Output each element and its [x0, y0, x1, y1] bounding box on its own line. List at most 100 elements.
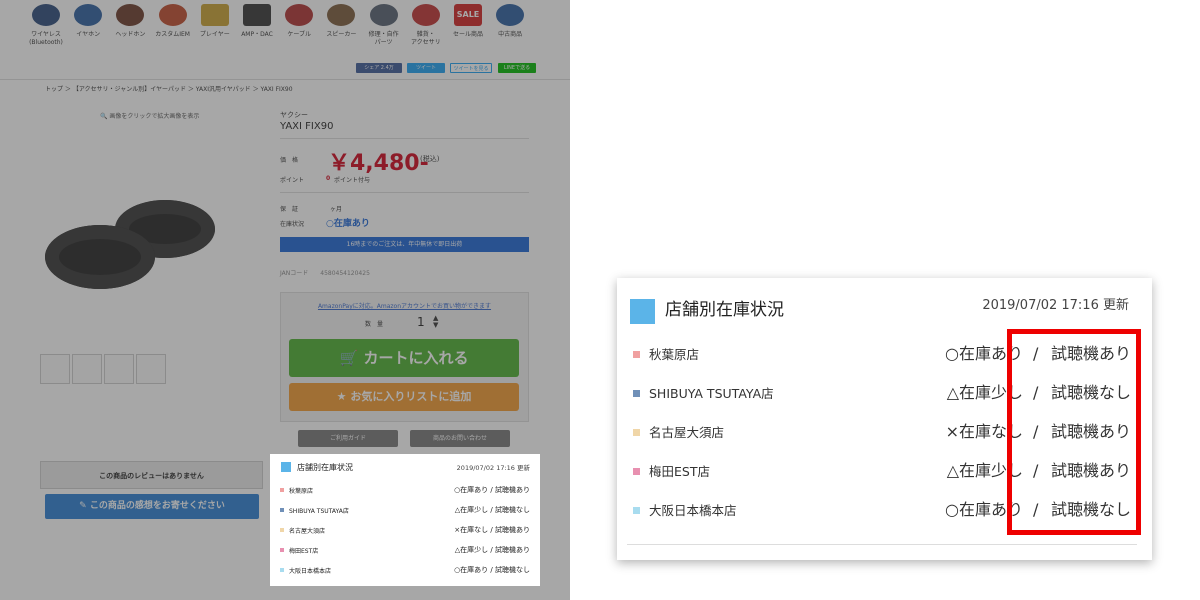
- jan-code: JANコード 4580454120425: [280, 270, 370, 277]
- product-price: ￥4,480-: [328, 151, 429, 176]
- thumbnail-1[interactable]: [40, 354, 70, 384]
- trial-status: 試聴機なし: [495, 566, 530, 574]
- category-label: スピーカー: [326, 31, 357, 38]
- write-review-button[interactable]: ✎ この商品の感想をお寄せください: [45, 494, 259, 519]
- category-label: カスタムIEM: [155, 31, 190, 38]
- store-status: ○在庫あり / 試聴機あり: [454, 485, 530, 495]
- category-item[interactable]: プレイヤー: [193, 4, 237, 39]
- store-name: 梅田EST店: [289, 548, 319, 555]
- status-separator: /: [490, 546, 493, 554]
- guide-button[interactable]: ご利用ガイド: [298, 430, 398, 447]
- category-label: ケーブル: [287, 31, 311, 38]
- category-item[interactable]: ワイヤレス (Bluetooth): [24, 4, 68, 47]
- store-color-marker: [280, 508, 284, 512]
- category-item[interactable]: 修理・自作 パーツ: [362, 4, 406, 47]
- trial-status: 試聴機あり: [495, 546, 530, 554]
- category-item[interactable]: ケーブル: [277, 4, 321, 39]
- shipping-notice: 16時までのご注文は、年中無休で即日出荷: [280, 237, 529, 252]
- earphone-icon: [74, 4, 103, 26]
- player-icon: [200, 4, 229, 26]
- store-name: 大阪日本橋本店: [649, 503, 737, 518]
- store-row: 大阪日本橋本店 ○在庫あり / 試聴機なし: [280, 563, 530, 579]
- see-tweets-button[interactable]: ツイートを見る: [450, 63, 492, 73]
- quantity-stepper-icon[interactable]: ▲ ▼: [433, 315, 438, 329]
- stock-value: ○在庫あり: [326, 219, 370, 229]
- add-to-wishlist-button[interactable]: ★ お気に入りリストに追加: [289, 383, 519, 411]
- store-color-marker: [633, 507, 640, 514]
- tweet-button[interactable]: ツイート: [407, 63, 445, 73]
- divider: [280, 138, 529, 139]
- custom-iem-icon: [158, 4, 187, 26]
- amazon-pay-link[interactable]: AmazonPayに対応。Amazonアカウントでお買い物ができます: [281, 301, 528, 310]
- store-stock-title: 店舗別在庫状況: [665, 300, 784, 320]
- accessory-icon: [411, 4, 440, 26]
- store-row: SHIBUYA TSUTAYA店 △在庫少し / 試聴機なし: [280, 503, 530, 519]
- warranty-value: ヶ月: [330, 206, 343, 213]
- category-item[interactable]: スピーカー: [319, 4, 363, 39]
- category-item[interactable]: イヤホン: [66, 4, 110, 39]
- category-item[interactable]: AMP・DAC: [235, 4, 279, 39]
- earpad-front: [45, 225, 155, 289]
- store-color-marker: [633, 390, 640, 397]
- add-to-cart-button[interactable]: 🛒 カートに入れる: [289, 339, 519, 377]
- speaker-icon: [327, 4, 356, 26]
- trial-status: 試聴機なし: [495, 506, 530, 514]
- category-label: 中古商品: [498, 31, 523, 38]
- store-color-marker: [280, 528, 284, 532]
- point-label: ポイント: [280, 177, 305, 184]
- category-item[interactable]: SALE セール商品: [446, 4, 490, 39]
- warranty-label: 保 証: [280, 206, 299, 213]
- category-label: ヘッドホン: [115, 31, 146, 38]
- pencil-icon: ✎: [79, 501, 87, 511]
- facebook-share-button[interactable]: シェア 2.4万: [356, 63, 402, 73]
- stock-status: ○在庫あり: [454, 566, 489, 574]
- store-color-marker: [633, 429, 640, 436]
- inquiry-button[interactable]: 商品のお問い合わせ: [410, 430, 510, 447]
- category-item[interactable]: ヘッドホン: [108, 4, 152, 39]
- cart-box: AmazonPayに対応。Amazonアカウントでお買い物ができます 数 量 1…: [280, 292, 529, 422]
- category-label: AMP・DAC: [241, 31, 273, 38]
- store-name: SHIBUYA TSUTAYA店: [289, 508, 349, 515]
- divider: [627, 544, 1137, 545]
- cable-icon: [285, 4, 314, 26]
- maker-name: ヤクシー: [280, 111, 308, 119]
- store-color-marker: [280, 568, 284, 572]
- category-label: イヤホン: [76, 31, 101, 38]
- category-item[interactable]: カスタムIEM: [151, 4, 195, 39]
- point-value: 0: [326, 175, 331, 182]
- category-label: ワイヤレス (Bluetooth): [29, 31, 63, 46]
- breadcrumb: トップ ＞ 【アクセサリ・ジャンル別】イヤーパッド ＞ YAXI汎用イヤパッド …: [45, 86, 293, 93]
- thumbnail-2[interactable]: [72, 354, 102, 384]
- category-label: セール商品: [452, 31, 483, 38]
- section-square-icon: [281, 462, 291, 472]
- trial-highlight-box: [1007, 329, 1141, 535]
- store-stock-updated: 2019/07/02 17:16 更新: [456, 464, 530, 472]
- quantity-value[interactable]: 1: [417, 315, 425, 329]
- headphone-icon: [116, 4, 145, 26]
- store-name: 秋葉原店: [649, 347, 700, 362]
- store-name: 大阪日本橋本店: [289, 568, 332, 575]
- category-label: 修理・自作 パーツ: [368, 31, 399, 46]
- store-color-marker: [633, 468, 640, 475]
- stock-status: △在庫少し: [454, 506, 489, 514]
- thumbnail-3[interactable]: [104, 354, 134, 384]
- line-share-button[interactable]: LINEで送る: [498, 63, 536, 73]
- thumbnail-4[interactable]: [136, 354, 166, 384]
- store-name: 名古屋大須店: [289, 528, 326, 535]
- image-zoom-hint: 🔍 画像をクリックで拡大画像を表示: [100, 113, 200, 120]
- stock-status: ×在庫なし: [454, 526, 489, 534]
- category-item[interactable]: 雑貨・ アクセサリ: [404, 4, 448, 47]
- product-image[interactable]: [40, 190, 240, 310]
- store-status: △在庫少し / 試聴機なし: [455, 505, 530, 515]
- quantity-label: 数 量: [365, 321, 384, 328]
- store-stock-title: 店舗別在庫状況: [297, 463, 353, 472]
- store-status: △在庫少し / 試聴機あり: [455, 545, 530, 555]
- store-row: 梅田EST店 △在庫少し / 試聴機あり: [280, 543, 530, 559]
- category-item[interactable]: 中古商品: [488, 4, 532, 39]
- store-color-marker: [633, 351, 640, 358]
- status-separator: /: [490, 526, 493, 534]
- store-row: 名古屋大須店 ×在庫なし / 試聴機あり: [280, 523, 530, 539]
- product-page-screenshot: ワイヤレス (Bluetooth) イヤホン ヘッドホン カスタムIEM プレイヤー AM…: [0, 0, 570, 600]
- store-row: 秋葉原店 ○在庫あり / 試聴機あり: [280, 483, 530, 499]
- store-color-marker: [280, 488, 284, 492]
